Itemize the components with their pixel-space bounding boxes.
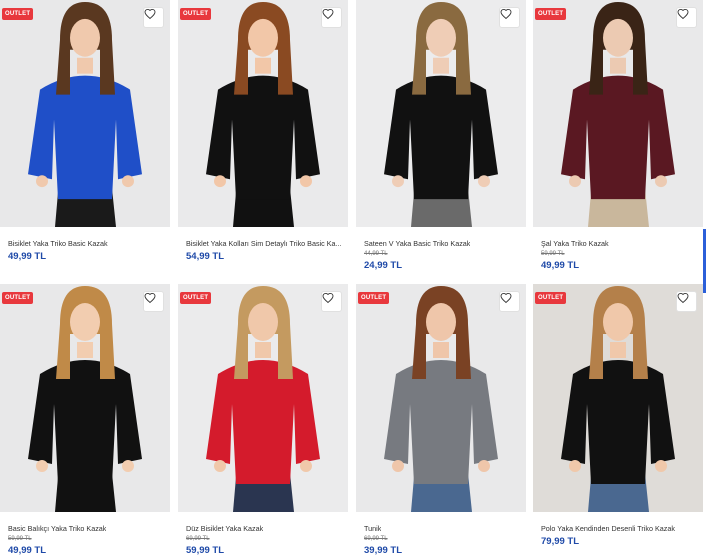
outlet-badge: OUTLET <box>535 292 567 304</box>
outlet-badge: OUTLET <box>2 292 34 304</box>
outlet-badge: OUTLET <box>535 8 567 20</box>
product-card[interactable]: Sateen V Yaka Basic Triko Kazak 44,99 TL… <box>356 0 526 274</box>
product-price: 39,99 TL <box>364 545 403 556</box>
favorite-button[interactable] <box>676 7 697 28</box>
favorite-button[interactable] <box>321 7 342 28</box>
product-price: 24,99 TL <box>364 260 403 271</box>
favorite-button[interactable] <box>499 7 520 28</box>
product-image[interactable]: OUTLET <box>178 0 348 227</box>
product-image[interactable]: OUTLET <box>0 284 170 512</box>
product-image[interactable]: OUTLET <box>356 284 526 512</box>
product-price: 49,99 TL <box>8 251 47 262</box>
product-name[interactable]: Düz Bisiklet Yaka Kazak <box>186 524 263 533</box>
product-photo-figure <box>0 0 170 227</box>
outlet-badge: OUTLET <box>2 8 34 20</box>
product-photo-figure <box>356 284 526 512</box>
favorite-button[interactable] <box>143 291 164 312</box>
product-photo-figure <box>178 0 348 227</box>
product-name[interactable]: Bisiklet Yaka Kolları Sim Detaylı Triko … <box>186 239 342 248</box>
old-price: 59,99 TL <box>8 536 32 542</box>
product-name[interactable]: Tunik <box>364 524 381 533</box>
heart-outline-icon <box>677 292 689 304</box>
product-name[interactable]: Basic Balıkçı Yaka Triko Kazak <box>8 524 106 533</box>
product-name[interactable]: Bisiklet Yaka Triko Basic Kazak <box>8 239 108 248</box>
product-photo-figure <box>0 284 170 512</box>
heart-outline-icon <box>677 8 689 20</box>
product-price: 59,99 TL <box>186 545 225 556</box>
product-image[interactable] <box>356 0 526 227</box>
product-card[interactable]: OUTLET Polo Yaka Kendinden Desenli Triko… <box>533 284 703 558</box>
product-price: 54,99 TL <box>186 251 225 262</box>
outlet-badge: OUTLET <box>358 292 390 304</box>
product-image[interactable]: OUTLET <box>533 0 703 227</box>
product-card[interactable]: OUTLET Bisiklet Yaka Kolları Sim Detaylı… <box>178 0 348 274</box>
product-card[interactable]: OUTLET Düz Bisiklet Yaka Kazak 69,99 TL … <box>178 284 348 558</box>
heart-outline-icon <box>144 292 156 304</box>
product-card[interactable]: OUTLET Bisiklet Yaka Triko Basic Kazak 4… <box>0 0 170 274</box>
old-price: 44,99 TL <box>364 251 388 257</box>
product-price: 49,99 TL <box>8 545 47 556</box>
product-price: 49,99 TL <box>541 260 580 271</box>
outlet-badge: OUTLET <box>180 292 212 304</box>
product-photo-figure <box>178 284 348 512</box>
old-price: 59,99 TL <box>541 251 565 257</box>
product-photo-figure <box>533 284 703 512</box>
heart-outline-icon <box>144 8 156 20</box>
favorite-button[interactable] <box>499 291 520 312</box>
old-price: 69,99 TL <box>364 536 388 542</box>
product-image[interactable]: OUTLET <box>0 0 170 227</box>
favorite-button[interactable] <box>143 7 164 28</box>
heart-outline-icon <box>322 292 334 304</box>
heart-outline-icon <box>500 8 512 20</box>
product-image[interactable]: OUTLET <box>533 284 703 512</box>
product-card[interactable]: OUTLET Şal Yaka Triko Kazak 59,99 TL 49,… <box>533 0 703 274</box>
favorite-button[interactable] <box>676 291 697 312</box>
product-card[interactable]: OUTLET Basic Balıkçı Yaka Triko Kazak 59… <box>0 284 170 558</box>
product-name[interactable]: Polo Yaka Kendinden Desenli Triko Kazak <box>541 524 675 533</box>
product-price: 79,99 TL <box>541 536 580 547</box>
heart-outline-icon <box>322 8 334 20</box>
product-photo-figure <box>356 0 526 227</box>
outlet-badge: OUTLET <box>180 8 212 20</box>
heart-outline-icon <box>500 292 512 304</box>
product-name[interactable]: Şal Yaka Triko Kazak <box>541 239 609 248</box>
product-card[interactable]: OUTLET Tunik 69,99 TL 39,99 TL <box>356 284 526 558</box>
product-image[interactable]: OUTLET <box>178 284 348 512</box>
product-name[interactable]: Sateen V Yaka Basic Triko Kazak <box>364 239 470 248</box>
old-price: 69,99 TL <box>186 536 210 542</box>
product-photo-figure <box>533 0 703 227</box>
favorite-button[interactable] <box>321 291 342 312</box>
